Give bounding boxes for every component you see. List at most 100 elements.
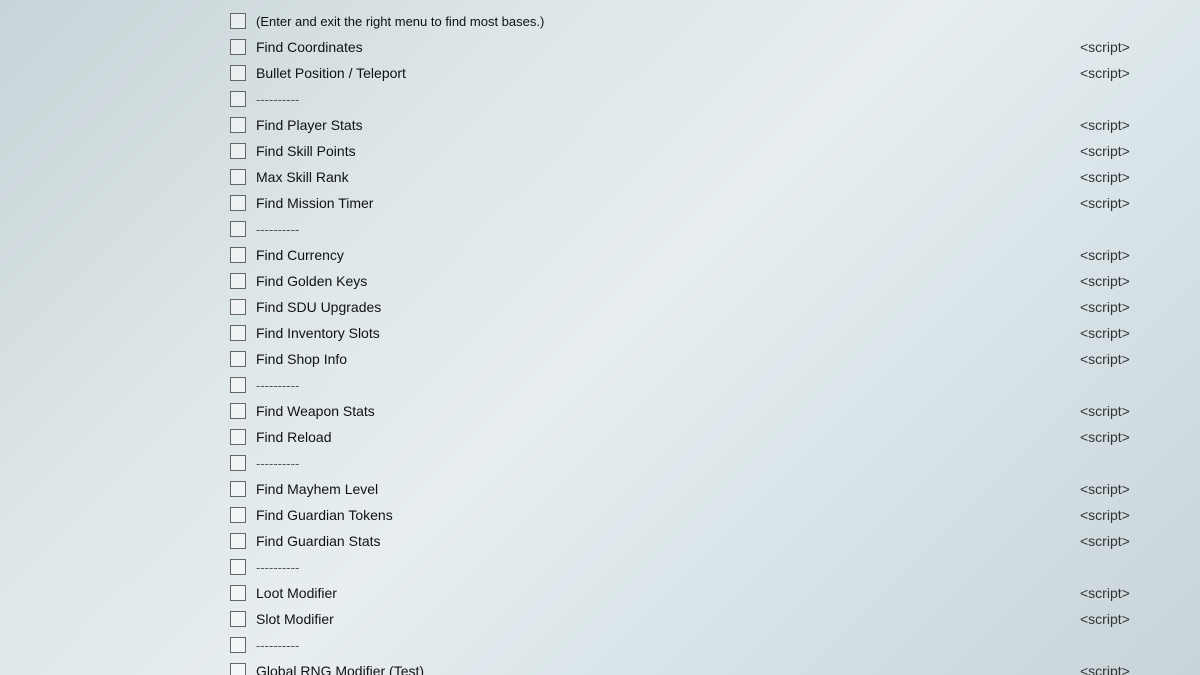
checkbox-sep6[interactable] [230, 637, 246, 653]
checkbox-find-inventory-slots[interactable] [230, 325, 246, 341]
checkbox-wrapper-find-player-stats [220, 117, 256, 133]
label-sep2: ---------- [256, 222, 1200, 237]
script-find-mayhem-level[interactable]: <script> [1080, 481, 1200, 497]
checkbox-wrapper-find-golden-keys [220, 273, 256, 289]
script-find-guardian-stats[interactable]: <script> [1080, 533, 1200, 549]
checkbox-find-golden-keys[interactable] [230, 273, 246, 289]
script-global-rng-modifier[interactable]: <script> [1080, 663, 1200, 675]
checkbox-find-reload[interactable] [230, 429, 246, 445]
list-item-sep2: ---------- [220, 216, 1200, 242]
label-find-player-stats: Find Player Stats [256, 117, 1080, 133]
script-find-golden-keys[interactable]: <script> [1080, 273, 1200, 289]
script-find-mission-timer[interactable]: <script> [1080, 195, 1200, 211]
checkbox-wrapper-sep5 [220, 559, 256, 575]
list-item-loot-modifier: Loot Modifier<script> [220, 580, 1200, 606]
label-find-weapon-stats: Find Weapon Stats [256, 403, 1080, 419]
label-find-golden-keys: Find Golden Keys [256, 273, 1080, 289]
script-bullet-position[interactable]: <script> [1080, 65, 1200, 81]
checkbox-wrapper-find-coordinates [220, 39, 256, 55]
script-find-sdu-upgrades[interactable]: <script> [1080, 299, 1200, 315]
label-find-guardian-tokens: Find Guardian Tokens [256, 507, 1080, 523]
list-item-sep6: ---------- [220, 632, 1200, 658]
checkbox-sep4[interactable] [230, 455, 246, 471]
label-find-skill-points: Find Skill Points [256, 143, 1080, 159]
list-item-global-rng-modifier: Global RNG Modifier (Test)<script> [220, 658, 1200, 675]
label-header-note: (Enter and exit the right menu to find m… [256, 14, 1200, 29]
checkbox-max-skill-rank[interactable] [230, 169, 246, 185]
checkbox-find-guardian-stats[interactable] [230, 533, 246, 549]
checkbox-wrapper-loot-modifier [220, 585, 256, 601]
checkbox-bullet-position[interactable] [230, 65, 246, 81]
label-sep4: ---------- [256, 456, 1200, 471]
label-slot-modifier: Slot Modifier [256, 611, 1080, 627]
checkbox-find-currency[interactable] [230, 247, 246, 263]
script-find-currency[interactable]: <script> [1080, 247, 1200, 263]
script-find-inventory-slots[interactable]: <script> [1080, 325, 1200, 341]
label-find-mission-timer: Find Mission Timer [256, 195, 1080, 211]
script-slot-modifier[interactable]: <script> [1080, 611, 1200, 627]
checkbox-sep1[interactable] [230, 91, 246, 107]
checkbox-wrapper-find-guardian-stats [220, 533, 256, 549]
list-item-slot-modifier: Slot Modifier<script> [220, 606, 1200, 632]
checkbox-wrapper-find-skill-points [220, 143, 256, 159]
list-item-find-weapon-stats: Find Weapon Stats<script> [220, 398, 1200, 424]
script-find-shop-info[interactable]: <script> [1080, 351, 1200, 367]
list-item-find-reload: Find Reload<script> [220, 424, 1200, 450]
checkbox-wrapper-sep3 [220, 377, 256, 393]
checkbox-find-sdu-upgrades[interactable] [230, 299, 246, 315]
label-sep5: ---------- [256, 560, 1200, 575]
checkbox-wrapper-find-shop-info [220, 351, 256, 367]
script-find-guardian-tokens[interactable]: <script> [1080, 507, 1200, 523]
checkbox-find-player-stats[interactable] [230, 117, 246, 133]
checkbox-find-coordinates[interactable] [230, 39, 246, 55]
list-item-find-golden-keys: Find Golden Keys<script> [220, 268, 1200, 294]
checkbox-wrapper-sep6 [220, 637, 256, 653]
list-item-find-currency: Find Currency<script> [220, 242, 1200, 268]
checkbox-wrapper-sep4 [220, 455, 256, 471]
checkbox-wrapper-find-reload [220, 429, 256, 445]
checkbox-wrapper-sep2 [220, 221, 256, 237]
checkbox-sep5[interactable] [230, 559, 246, 575]
checkbox-find-shop-info[interactable] [230, 351, 246, 367]
label-find-currency: Find Currency [256, 247, 1080, 263]
list-item-header-note: (Enter and exit the right menu to find m… [220, 8, 1200, 34]
list-item-find-guardian-tokens: Find Guardian Tokens<script> [220, 502, 1200, 528]
checkbox-wrapper-sep1 [220, 91, 256, 107]
checkbox-find-mission-timer[interactable] [230, 195, 246, 211]
checkbox-wrapper-bullet-position [220, 65, 256, 81]
list-item-find-skill-points: Find Skill Points<script> [220, 138, 1200, 164]
label-find-guardian-stats: Find Guardian Stats [256, 533, 1080, 549]
checkbox-slot-modifier[interactable] [230, 611, 246, 627]
label-find-reload: Find Reload [256, 429, 1080, 445]
checkbox-find-guardian-tokens[interactable] [230, 507, 246, 523]
checkbox-sep2[interactable] [230, 221, 246, 237]
list-item-max-skill-rank: Max Skill Rank<script> [220, 164, 1200, 190]
script-find-coordinates[interactable]: <script> [1080, 39, 1200, 55]
checkbox-find-skill-points[interactable] [230, 143, 246, 159]
main-container: (Enter and exit the right menu to find m… [0, 0, 1200, 675]
list-item-find-inventory-slots: Find Inventory Slots<script> [220, 320, 1200, 346]
checkbox-sep3[interactable] [230, 377, 246, 393]
list-item-find-shop-info: Find Shop Info<script> [220, 346, 1200, 372]
checkbox-find-weapon-stats[interactable] [230, 403, 246, 419]
script-max-skill-rank[interactable]: <script> [1080, 169, 1200, 185]
checkbox-wrapper-find-guardian-tokens [220, 507, 256, 523]
script-loot-modifier[interactable]: <script> [1080, 585, 1200, 601]
list-item-sep4: ---------- [220, 450, 1200, 476]
script-find-weapon-stats[interactable]: <script> [1080, 403, 1200, 419]
script-find-reload[interactable]: <script> [1080, 429, 1200, 445]
script-find-player-stats[interactable]: <script> [1080, 117, 1200, 133]
list-item-bullet-position: Bullet Position / Teleport<script> [220, 60, 1200, 86]
items-list: (Enter and exit the right menu to find m… [220, 8, 1200, 675]
checkbox-header-note[interactable] [230, 13, 246, 29]
checkbox-global-rng-modifier[interactable] [230, 663, 246, 675]
script-find-skill-points[interactable]: <script> [1080, 143, 1200, 159]
label-find-coordinates: Find Coordinates [256, 39, 1080, 55]
checkbox-loot-modifier[interactable] [230, 585, 246, 601]
list-item-find-coordinates: Find Coordinates<script> [220, 34, 1200, 60]
checkbox-wrapper-slot-modifier [220, 611, 256, 627]
label-loot-modifier: Loot Modifier [256, 585, 1080, 601]
checkbox-wrapper-header-note [220, 13, 256, 29]
checkbox-wrapper-global-rng-modifier [220, 663, 256, 675]
checkbox-find-mayhem-level[interactable] [230, 481, 246, 497]
